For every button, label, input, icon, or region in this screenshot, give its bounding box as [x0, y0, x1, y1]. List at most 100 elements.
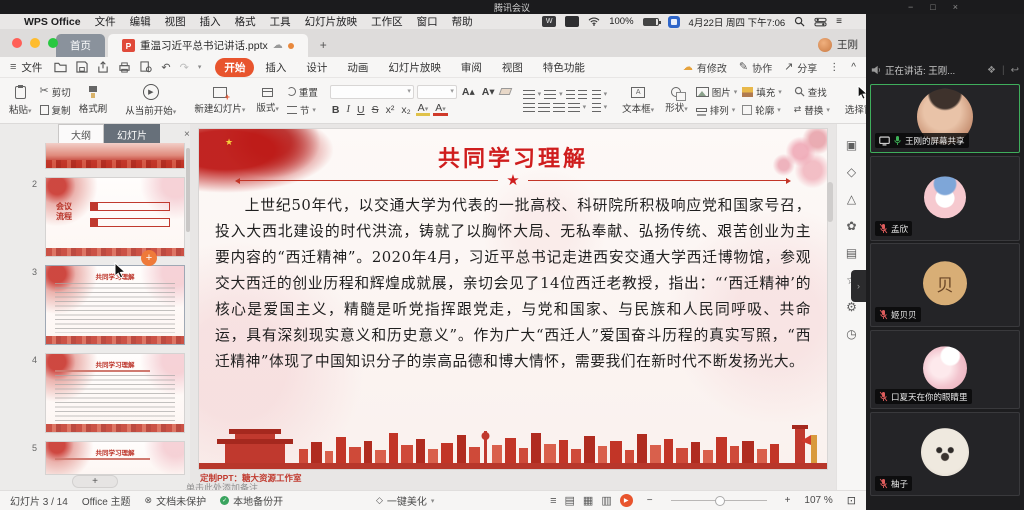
zoom-level[interactable]: 107 % [804, 495, 832, 506]
participant-tile-screenshare[interactable]: 王刚的屏幕共享 [870, 84, 1020, 153]
cut-button[interactable]: ✂剪切 [40, 85, 71, 99]
control-center-icon[interactable] [814, 17, 827, 27]
increase-indent-icon[interactable] [578, 90, 587, 99]
arrange-button[interactable]: 排列▾ [696, 103, 738, 117]
slide-editor[interactable]: 共同学习理解 ★ 上世纪50年代，以交通大学为代表的一批高校、科研院所积极响应党… [198, 128, 828, 470]
thumbnail-slide-2[interactable]: 2 会议流程 [45, 177, 185, 257]
subscript-button[interactable]: x₂ [399, 104, 412, 116]
zoom-out-button[interactable]: − [647, 495, 653, 506]
quick-add-slide-button[interactable]: + [141, 250, 157, 266]
account-area[interactable]: 王刚 [818, 37, 858, 52]
slides-view-tab[interactable]: 幻灯片 [104, 124, 160, 145]
font-color-button[interactable]: A▾ [433, 103, 448, 117]
text-direction-icon[interactable] [592, 103, 601, 112]
copy-button[interactable]: 复制 [40, 103, 71, 117]
minimize-traffic-light[interactable] [30, 38, 40, 48]
ribbon-tab-design[interactable]: 设计 [297, 58, 336, 77]
font-name-select[interactable] [330, 85, 414, 99]
replace-button[interactable]: ⇄替换▾ [794, 103, 830, 117]
menubar-item-tools[interactable]: 工具 [270, 14, 291, 29]
share-button[interactable]: ↗分享 [784, 60, 817, 75]
task-pane-icon-shapes[interactable]: ◇ [847, 165, 856, 179]
grow-font-button[interactable]: A▴ [460, 86, 477, 98]
menubar-item-insert[interactable]: 插入 [200, 14, 221, 29]
open-file-icon[interactable] [54, 61, 67, 73]
shapes-button[interactable]: 形状▾ [662, 87, 691, 114]
picture-button[interactable]: 图片▾ [696, 85, 738, 99]
more-options-icon[interactable]: ⋮ [829, 62, 839, 73]
undo-icon[interactable]: ↶ [161, 61, 170, 74]
task-pane-icon-animation[interactable]: △ [847, 192, 856, 206]
close-traffic-light[interactable] [12, 38, 22, 48]
collaborate-button[interactable]: ✎协作 [739, 60, 772, 75]
thumbnail-slide-5[interactable]: 5 共同学习理解 [45, 441, 185, 475]
ribbon-tab-view[interactable]: 视图 [493, 58, 532, 77]
ribbon-tab-insert[interactable]: 插入 [256, 58, 295, 77]
decrease-indent-icon[interactable] [566, 90, 575, 99]
zoom-in-button[interactable]: + [785, 495, 791, 506]
ribbon-tab-review[interactable]: 审阅 [452, 58, 491, 77]
save-icon[interactable] [76, 61, 88, 73]
input-method-badge[interactable]: W [542, 16, 556, 27]
spotlight-search-icon[interactable] [794, 16, 805, 27]
play-from-current-button[interactable]: ▶从当前开始▾ [122, 84, 179, 117]
window-minimize-button[interactable]: − [908, 2, 913, 12]
add-slide-button[interactable]: + [72, 475, 118, 488]
main-menu-icon[interactable]: ≡ [10, 62, 16, 73]
menubar-item-format[interactable]: 格式 [235, 14, 256, 29]
textbox-button[interactable]: A文本框▾ [619, 87, 657, 115]
document-tab[interactable]: P 重温习近平总书记讲话.pptx ☁ [108, 34, 308, 57]
slide-canvas-area[interactable]: 共同学习理解 ★ 上世纪50年代，以交通大学为代表的一批高校、科研院所积极响应党… [190, 124, 836, 490]
bullets-icon[interactable] [523, 90, 535, 99]
normal-view-icon[interactable]: ▤ [565, 494, 575, 507]
strikethrough-button[interactable]: S [370, 104, 381, 116]
align-left-icon[interactable] [523, 103, 535, 112]
outline-button[interactable]: 轮廓▾ [742, 103, 782, 117]
zoom-slider-knob[interactable] [715, 496, 725, 506]
numbering-icon[interactable] [544, 90, 556, 99]
italic-button[interactable]: I [344, 104, 352, 115]
file-menu-button[interactable]: 文件 [21, 60, 42, 75]
menubar-app-badge[interactable] [668, 16, 680, 28]
task-pane-icon-design[interactable]: ✿ [846, 219, 856, 233]
redo-icon[interactable]: ↷ [180, 61, 189, 74]
superscript-button[interactable]: x² [384, 104, 397, 116]
menubar-item-slideshow[interactable]: 幻灯片放映 [305, 14, 358, 29]
zoom-slider[interactable] [671, 500, 767, 501]
window-maximize-button[interactable]: □ [930, 2, 935, 12]
wifi-icon[interactable] [588, 17, 600, 26]
task-pane-icon-history[interactable]: ◷ [846, 327, 856, 341]
panel-close-icon[interactable]: × [184, 129, 190, 140]
print-preview-icon[interactable] [140, 61, 152, 73]
new-document-tab-button[interactable]: + [320, 38, 327, 52]
participant-tile[interactable]: 柚子 [870, 412, 1020, 496]
protection-status[interactable]: ⊗文档未保护 [145, 493, 207, 508]
menubar-item-window[interactable]: 窗口 [417, 14, 438, 29]
line-spacing-icon[interactable] [592, 90, 601, 99]
ribbon-tab-home[interactable]: 开始 [215, 58, 254, 77]
slide-title[interactable]: 共同学习理解 [199, 141, 827, 173]
modified-status[interactable]: ☁有修改 [683, 60, 727, 75]
window-close-button[interactable]: × [953, 2, 958, 12]
back-arrow-icon[interactable]: ↩ [1011, 65, 1019, 76]
clear-format-icon[interactable] [498, 88, 512, 95]
bold-button[interactable]: B [330, 104, 342, 116]
task-pane-icon-properties[interactable]: ▣ [846, 138, 857, 152]
notification-center-icon[interactable]: ≡ [836, 16, 842, 27]
underline-button[interactable]: U [355, 104, 367, 116]
fit-window-icon[interactable]: ⊡ [847, 494, 856, 507]
menubar-item-view[interactable]: 视图 [165, 14, 186, 29]
find-button[interactable]: 查找 [794, 85, 830, 99]
align-center-icon[interactable] [538, 103, 550, 112]
sidebar-collapse-handle[interactable]: › [851, 270, 866, 302]
reset-button[interactable]: 重置 [287, 85, 318, 99]
zoom-traffic-light[interactable] [48, 38, 58, 48]
layout-button[interactable]: 版式▾ [253, 88, 282, 114]
reading-view-icon[interactable]: ▥ [601, 494, 611, 507]
shrink-font-button[interactable]: A▾ [480, 86, 497, 98]
quick-access-dropdown-icon[interactable]: ▾ [198, 63, 202, 71]
menubar-item-help[interactable]: 帮助 [452, 14, 473, 29]
new-slide-button[interactable]: 新建幻灯片▾ [191, 87, 248, 115]
theme-name[interactable]: Office 主题 [82, 493, 131, 508]
backup-status[interactable]: ✓本地备份开 [220, 493, 283, 508]
